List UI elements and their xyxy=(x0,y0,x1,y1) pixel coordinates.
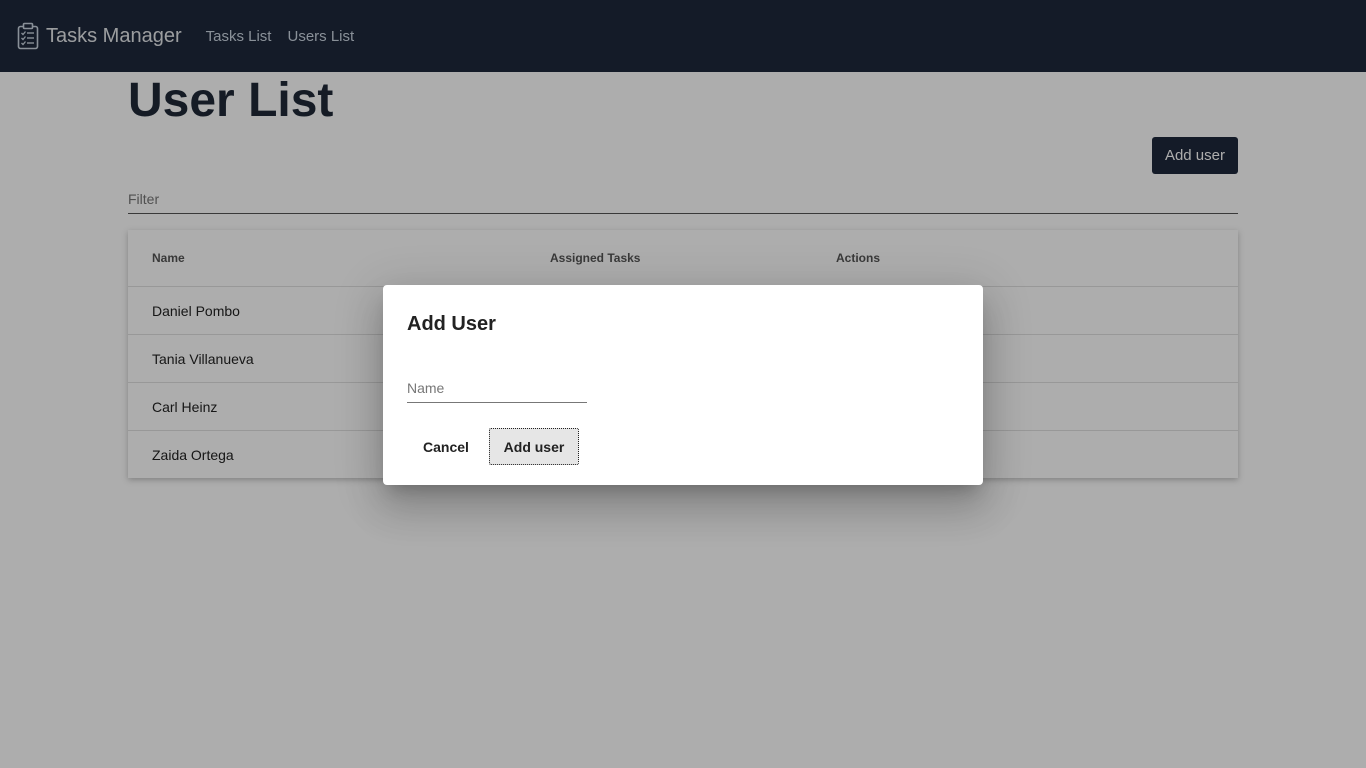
name-field[interactable] xyxy=(407,377,587,403)
dialog-title: Add User xyxy=(407,313,496,335)
add-user-dialog: Add User Cancel Add user xyxy=(383,285,983,485)
name-input[interactable] xyxy=(407,377,587,399)
cancel-button[interactable]: Cancel xyxy=(407,429,485,465)
dialog-add-user-button[interactable]: Add user xyxy=(489,428,579,465)
page: Tasks Manager Tasks List Users List User… xyxy=(0,0,1366,768)
